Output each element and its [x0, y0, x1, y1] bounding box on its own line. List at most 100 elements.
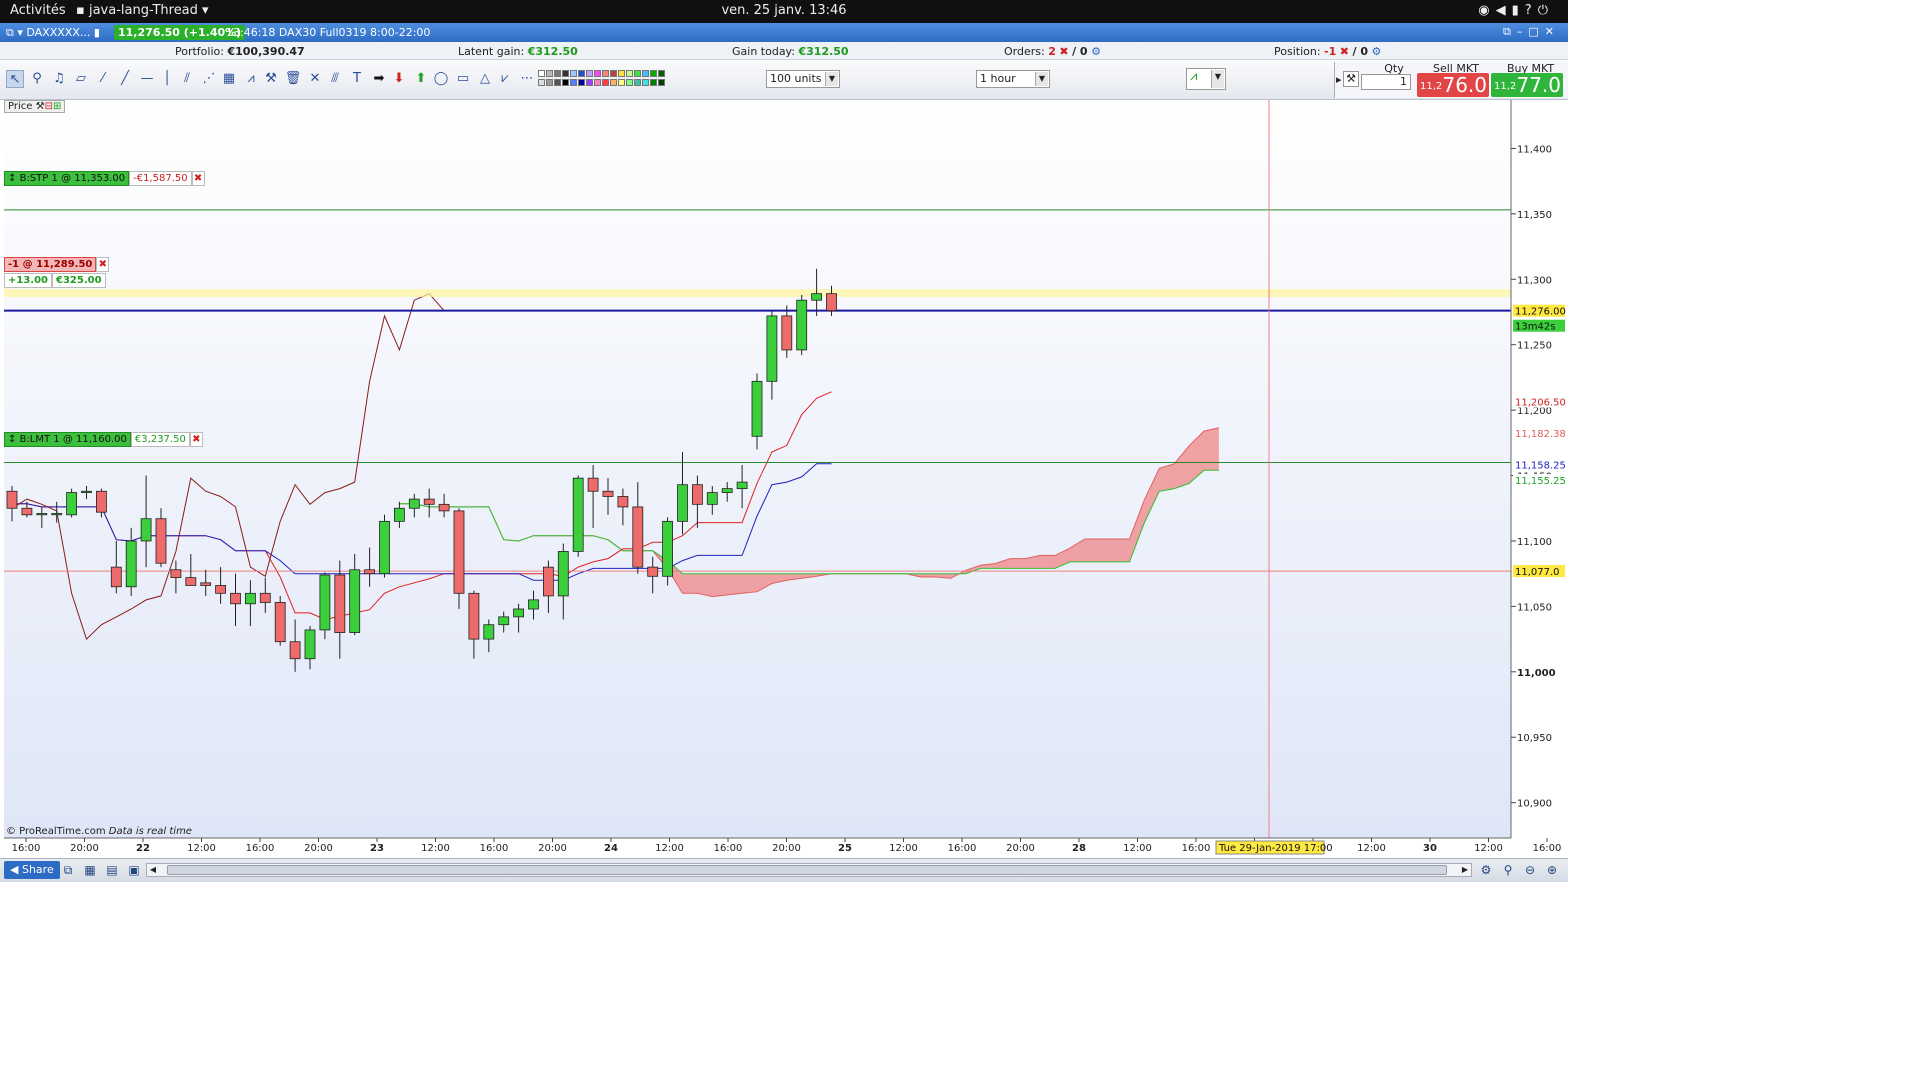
vertical-line-icon[interactable]: │ — [158, 70, 176, 88]
restore-icon[interactable]: ⧉ — [1503, 25, 1517, 38]
color-swatch[interactable] — [634, 70, 641, 77]
parallel-tool-icon[interactable]: ⫻ — [326, 70, 344, 88]
zoom-out-icon[interactable]: ⊖ — [1522, 862, 1538, 878]
cancel-stop-icon[interactable]: ✖ — [191, 171, 205, 186]
color-swatch[interactable] — [594, 79, 601, 86]
chart-settings-icon[interactable]: ⚙ — [1478, 862, 1494, 878]
color-swatch[interactable] — [562, 79, 569, 86]
sell-market-button[interactable]: 11,2 76.0 — [1417, 73, 1489, 97]
indicator-icon[interactable]: ▦ — [82, 862, 98, 878]
horizontal-line-icon[interactable]: — — [138, 70, 156, 88]
app-menu[interactable]: ▪ java-lang-Thread ▾ — [76, 3, 209, 18]
rectangle-tool-icon[interactable]: ▭ — [454, 70, 472, 88]
hammer-tool-icon[interactable]: ⚒ — [262, 70, 280, 88]
scroll-left-icon[interactable]: ◀ — [147, 864, 159, 876]
activities-button[interactable]: Activités — [10, 3, 66, 18]
chart-type-select[interactable]: ⩘ ▼ — [1186, 68, 1226, 90]
share-button[interactable]: ◀ Share — [4, 861, 60, 879]
fan-tool-icon[interactable]: ⋰ — [200, 70, 218, 88]
color-swatch[interactable] — [570, 79, 577, 86]
arrow-right-icon[interactable]: ➡ — [370, 70, 388, 88]
template-icon[interactable]: ▣ — [126, 862, 142, 878]
color-swatch[interactable] — [570, 70, 577, 77]
position-settings-icon[interactable]: ⚙ — [1372, 45, 1382, 58]
color-swatch[interactable] — [658, 70, 665, 77]
color-swatch[interactable] — [538, 79, 545, 86]
pointer-tool-icon[interactable]: ↖ — [6, 70, 24, 88]
close-icon[interactable]: ✕ — [1545, 25, 1560, 38]
stop-order-tag[interactable]: ↕ B:STP 1 @ 11,353.00 -€1,587.50 ✖ — [4, 171, 205, 186]
scroll-thumb[interactable] — [167, 865, 1447, 875]
color-swatch[interactable] — [546, 70, 553, 77]
units-select[interactable]: 100 units ▼ — [766, 70, 840, 88]
drag-handle-icon[interactable]: ↕ — [8, 434, 16, 445]
orders-settings-icon[interactable]: ⚙ — [1091, 45, 1101, 58]
zigzag-tool-icon[interactable]: ⩗ — [496, 70, 514, 88]
color-swatch[interactable] — [626, 79, 633, 86]
color-swatch[interactable] — [562, 70, 569, 77]
drag-handle-icon[interactable]: ↕ — [8, 173, 16, 184]
window-controls[interactable]: ⧉–□✕ — [1503, 25, 1560, 39]
zoom-in-icon[interactable]: ⊕ — [1544, 862, 1560, 878]
line-tool-icon[interactable]: ╱ — [116, 70, 134, 88]
time-scrollbar[interactable]: ◀ ▶ — [146, 863, 1472, 877]
grid-tool-icon[interactable]: ▦ — [220, 70, 238, 88]
chart-canvas[interactable]: 11,40011,35011,30011,25011,20011,15011,1… — [0, 100, 1568, 858]
color-swatch[interactable] — [586, 70, 593, 77]
cross-tool-icon[interactable]: ✕ — [306, 70, 324, 88]
trend-tool-icon[interactable]: ⋯ — [518, 70, 536, 88]
color-swatch[interactable] — [626, 70, 633, 77]
cancel-orders-icon[interactable]: ✖ — [1059, 45, 1068, 58]
cancel-limit-icon[interactable]: ✖ — [189, 432, 203, 447]
color-swatch[interactable] — [642, 70, 649, 77]
color-swatch[interactable] — [578, 70, 585, 77]
color-swatch[interactable] — [586, 79, 593, 86]
channel-tool-icon[interactable]: ⫽ — [178, 70, 196, 88]
color-swatch[interactable] — [554, 79, 561, 86]
color-swatch[interactable] — [610, 79, 617, 86]
color-swatch[interactable] — [610, 70, 617, 77]
wrench-icon[interactable]: ⚒ — [1343, 71, 1359, 87]
color-swatch[interactable] — [602, 79, 609, 86]
add-panel-icon[interactable]: ⊞ — [53, 101, 61, 112]
qty-input[interactable]: 1 — [1361, 74, 1411, 90]
price-chart[interactable]: 11,40011,35011,30011,25011,20011,15011,1… — [0, 100, 1568, 858]
color-swatch[interactable] — [650, 79, 657, 86]
interval-select[interactable]: 1 hour ▼ — [976, 70, 1050, 88]
color-swatch[interactable] — [578, 79, 585, 86]
color-palette[interactable] — [538, 70, 666, 88]
ruler-tool-icon[interactable]: ▱ — [72, 70, 90, 88]
remove-panel-icon[interactable]: ⊟ — [45, 101, 53, 112]
color-swatch[interactable] — [546, 79, 553, 86]
minimize-icon[interactable]: – — [1517, 25, 1529, 38]
price-panel-tab[interactable]: Price ⚒⊟⊞ — [4, 100, 66, 113]
text-tool-icon[interactable]: T — [348, 70, 366, 88]
arrow-up-icon[interactable]: ⬆ — [412, 70, 430, 88]
color-swatch[interactable] — [594, 70, 601, 77]
color-swatch[interactable] — [642, 79, 649, 86]
segment-tool-icon[interactable]: ⁄ — [94, 70, 112, 88]
limit-order-tag[interactable]: ↕ B:LMT 1 @ 11,160.00 €3,237.50 ✖ — [4, 432, 203, 447]
scroll-right-icon[interactable]: ▶ — [1459, 864, 1471, 876]
alert-tool-icon[interactable]: ♫ — [50, 70, 68, 88]
collapse-arrow-icon[interactable]: ▸ — [1336, 73, 1342, 86]
color-swatch[interactable] — [618, 70, 625, 77]
ellipse-tool-icon[interactable]: ◯ — [432, 70, 450, 88]
color-swatch[interactable] — [634, 79, 641, 86]
position-tag[interactable]: -1 @ 11,289.50 ✖ +13.00 €325.00 — [4, 257, 110, 288]
pattern-tool-icon[interactable]: ⩘ — [242, 70, 260, 88]
color-swatch[interactable] — [554, 70, 561, 77]
color-swatch[interactable] — [538, 70, 545, 77]
maximize-icon[interactable]: □ — [1528, 25, 1544, 38]
calendar-icon[interactable]: ▤ — [104, 862, 120, 878]
close-position-icon[interactable]: ✖ — [96, 257, 110, 272]
delete-tool-icon[interactable]: 🗑 — [284, 70, 302, 88]
buy-market-button[interactable]: 11,2 77.0 — [1491, 73, 1563, 97]
close-position-icon[interactable]: ✖ — [1340, 45, 1349, 58]
zoom-tool-icon[interactable]: ⚲ — [28, 70, 46, 88]
instrument-menu[interactable]: ⧉ ▾ DAXXXXX... ▮ — [6, 26, 100, 40]
arrow-down-icon[interactable]: ⬇ — [390, 70, 408, 88]
color-swatch[interactable] — [602, 70, 609, 77]
zoom-fit-icon[interactable]: ⚲ — [1500, 862, 1516, 878]
layout-icon[interactable]: ⧉ — [60, 862, 76, 878]
